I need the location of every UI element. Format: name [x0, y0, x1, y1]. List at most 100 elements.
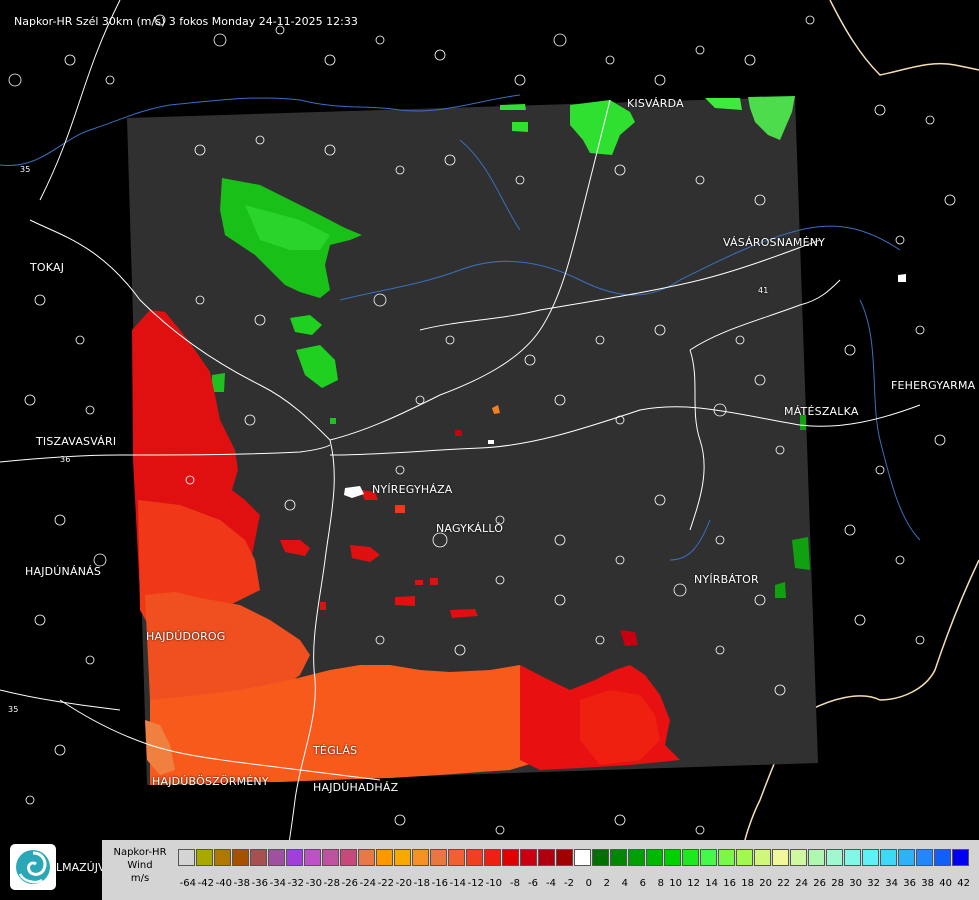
legend-swatch	[358, 849, 375, 866]
legend-swatch	[628, 849, 645, 866]
legend-tick-label: 12	[687, 878, 700, 889]
legend-swatch	[808, 849, 825, 866]
legend-swatch	[250, 849, 267, 866]
place-label-hajdudorog: HAJDÚDOROG	[146, 630, 226, 643]
legend-tick-label: 4	[621, 878, 628, 889]
legend-swatch	[664, 849, 681, 866]
legend-swatch	[880, 849, 897, 866]
legend-tick-label: 38	[921, 878, 934, 889]
legend-swatch	[934, 849, 951, 866]
legend-swatch	[556, 849, 573, 866]
legend-swatch	[286, 849, 303, 866]
legend-swatch	[268, 849, 285, 866]
legend-swatch	[952, 849, 969, 866]
legend-tick-label: 10	[669, 878, 682, 889]
legend-swatch	[754, 849, 771, 866]
legend-swatch	[574, 849, 591, 866]
legend-tick-label: 16	[723, 878, 736, 889]
legend-swatch	[178, 849, 195, 866]
legend-swatch	[502, 849, 519, 866]
road-number-label: 41	[758, 286, 769, 295]
legend-swatch	[736, 849, 753, 866]
legend-tick-label: 24	[795, 878, 808, 889]
legend-swatch	[700, 849, 717, 866]
legend-tick-label: -36	[251, 878, 268, 889]
place-label-hajdunanas: HAJDÚNÁNÁS	[25, 565, 102, 578]
legend-swatch	[862, 849, 879, 866]
color-legend: Napkor-HR Wind m/s -64 -42 -40 -38 -36 -34 -32…	[102, 840, 979, 900]
legend-tick-label: -16	[431, 878, 448, 889]
legend-swatch	[646, 849, 663, 866]
legend-swatch	[412, 849, 429, 866]
legend-tick-label: -26	[341, 878, 358, 889]
place-label-nyirbator: NYÍRBÁTOR	[694, 573, 759, 586]
legend-swatch	[682, 849, 699, 866]
legend-swatch	[232, 849, 249, 866]
legend-swatch	[304, 849, 321, 866]
legend-swatch	[340, 849, 357, 866]
place-label-mateszalka: MÁTÉSZALKA	[784, 405, 859, 418]
legend-tick-label: -28	[323, 878, 340, 889]
legend-tick-label: -64	[179, 878, 196, 889]
legend-tick-label: -14	[449, 878, 466, 889]
legend-tick-label: -42	[197, 878, 214, 889]
legend-line: m/s	[130, 873, 150, 884]
legend-swatch	[592, 849, 609, 866]
legend-swatch	[214, 849, 231, 866]
legend-tick-label: -12	[467, 878, 484, 889]
radar-map	[0, 0, 979, 900]
legend-swatch	[898, 849, 915, 866]
road-number-label: 35	[20, 165, 31, 174]
legend-swatch	[322, 849, 339, 866]
legend-tick-label: 30	[849, 878, 862, 889]
legend-swatches	[178, 849, 970, 866]
legend-tick-label: -18	[413, 878, 430, 889]
legend-swatch	[430, 849, 447, 866]
napkor-swirl-logo-icon	[10, 844, 56, 890]
legend-tick-label: 34	[885, 878, 898, 889]
legend-tick-label: 8	[657, 878, 664, 889]
legend-tick-label: -38	[233, 878, 250, 889]
legend-tick-label: -8	[510, 878, 520, 889]
legend-tick-label: -30	[305, 878, 322, 889]
place-label-teglas: TÉGLÁS	[313, 744, 358, 757]
legend-swatch	[484, 849, 501, 866]
legend-tick-label: -20	[395, 878, 412, 889]
place-label-tokaj: TOKAJ	[30, 261, 65, 274]
legend-tick-label: 2	[603, 878, 610, 889]
legend-swatch	[196, 849, 213, 866]
place-label-hajduboszormeny: HAJDÚBÖSZÖRMÉNY	[152, 775, 269, 788]
legend-tick-label: 32	[867, 878, 880, 889]
legend-swatch	[772, 849, 789, 866]
legend-tick-label: -24	[359, 878, 376, 889]
place-label-fehergyarmat: FEHERGYARMA	[891, 379, 976, 392]
place-label-nagykallo: NAGYKÁLLÓ	[436, 522, 504, 535]
legend-tick-label: 36	[903, 878, 916, 889]
legend-swatch	[538, 849, 555, 866]
legend-swatch	[466, 849, 483, 866]
legend-line: Napkor-HR	[113, 847, 167, 858]
legend-tick-label: 42	[957, 878, 970, 889]
legend-tick-label: 6	[639, 878, 646, 889]
place-label-tiszavasvari: TISZAVASVÁRI	[36, 435, 117, 448]
legend-tick-label: 40	[939, 878, 952, 889]
legend-line: Wind	[127, 860, 153, 871]
road-number-label: 35	[8, 705, 19, 714]
legend-swatch	[448, 849, 465, 866]
legend-tick-label: -6	[528, 878, 538, 889]
legend-tick-label: 26	[813, 878, 826, 889]
legend-tick-label: -2	[564, 878, 574, 889]
legend-tick-label: 14	[705, 878, 718, 889]
legend-tick-label: 0	[585, 878, 592, 889]
legend-swatch	[394, 849, 411, 866]
legend-tick-label: -22	[377, 878, 394, 889]
legend-tick-label: -4	[546, 878, 556, 889]
legend-swatch	[718, 849, 735, 866]
legend-swatch	[610, 849, 627, 866]
legend-swatch	[916, 849, 933, 866]
map-title: Napkor-HR Szél 30km (m/s) 3 fokos Monday…	[14, 15, 358, 28]
legend-swatch	[790, 849, 807, 866]
legend-tick-label: -10	[485, 878, 502, 889]
legend-tick-label: -32	[287, 878, 304, 889]
legend-title: Napkor-HR Wind m/s	[106, 846, 174, 885]
